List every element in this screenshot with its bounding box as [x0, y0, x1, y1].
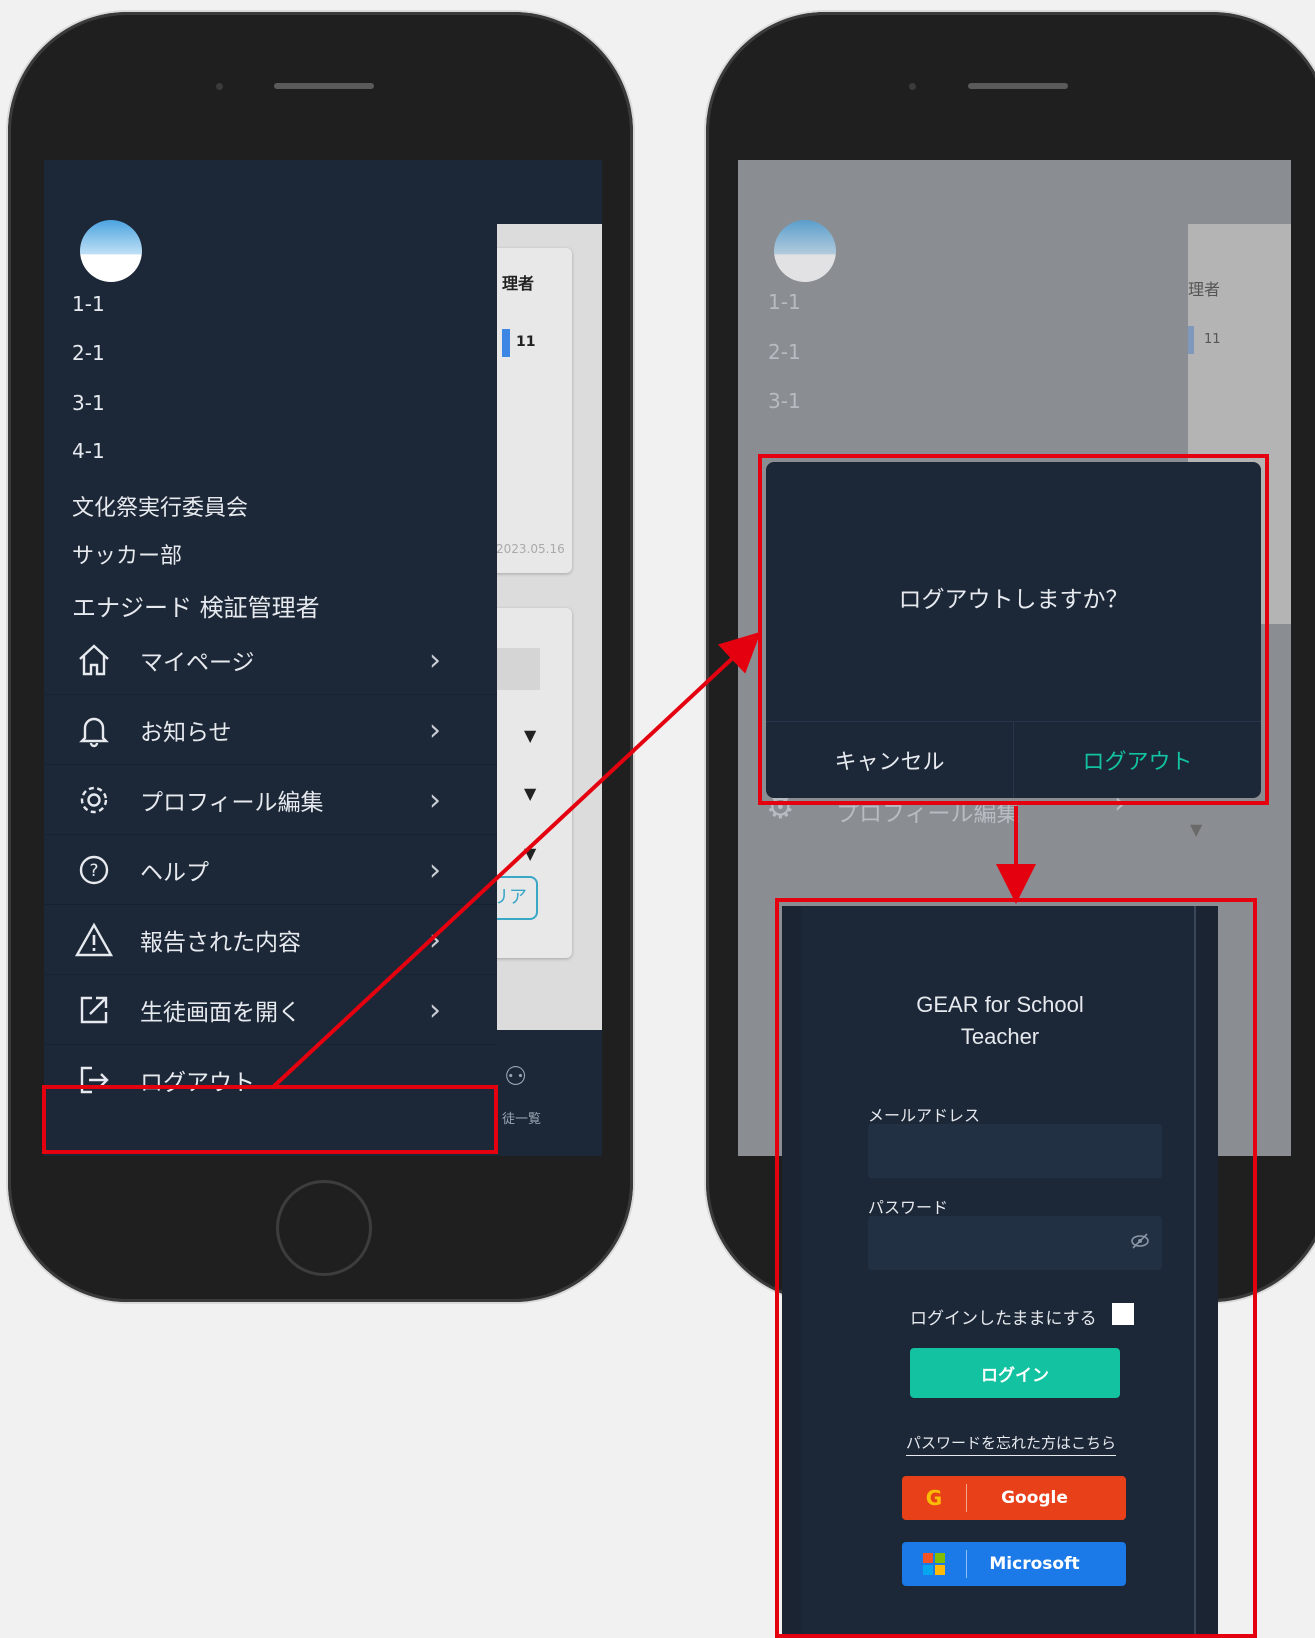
external-link-icon [72, 992, 116, 1028]
menu-label: ヘルプ [140, 860, 209, 886]
dropdown-arrow-icon[interactable]: ▼ [524, 784, 536, 803]
avatar[interactable] [80, 220, 142, 282]
people-icon[interactable]: ⚇ [504, 1062, 527, 1092]
home-button[interactable] [276, 1180, 372, 1276]
menu-item-student-view[interactable]: 生徒画面を開く › [44, 976, 497, 1045]
front-camera [216, 83, 223, 90]
group-item[interactable]: 2-1 [72, 341, 105, 365]
front-camera [909, 83, 916, 90]
chevron-right-icon: › [429, 852, 441, 888]
menu-item-notifications[interactable]: お知らせ › [44, 696, 497, 765]
menu-item-profile[interactable]: プロフィール編集 › [44, 766, 497, 835]
highlight-logout-dialog [758, 454, 1269, 805]
group-item[interactable]: 3-1 [72, 391, 105, 415]
group-item[interactable]: 1-1 [72, 292, 105, 316]
gear-icon [72, 782, 116, 818]
menu-label: マイページ [140, 650, 255, 676]
chevron-right-icon: › [429, 782, 441, 818]
dimmed-badge-value: 11 [1204, 332, 1221, 347]
highlight-login-screen [775, 898, 1257, 1638]
badge-value: 11 [516, 334, 536, 350]
avatar [774, 220, 836, 282]
menu-item-help[interactable]: ? ヘルプ › [44, 836, 497, 905]
left-phone-screen: 理者 11 2023.05.16 ▼ ▼ ▼ リア ⚇ 徒一覧 1-1 2-1 … [44, 160, 602, 1156]
dimmed-badge-bar [1188, 326, 1194, 354]
chevron-right-icon: › [429, 992, 441, 1028]
dimmed-group-item: 1-1 [768, 290, 801, 314]
dropdown-arrow-icon[interactable]: ▼ [524, 726, 536, 745]
home-icon [72, 642, 116, 678]
speaker-grille [274, 83, 374, 89]
menu-label: 報告された内容 [140, 930, 301, 956]
dropdown-arrow-icon[interactable]: ▼ [524, 844, 536, 863]
footer-label[interactable]: 徒一覧 [502, 1108, 541, 1127]
svg-text:?: ? [89, 861, 98, 881]
menu-item-reports[interactable]: 報告された内容 › [44, 906, 497, 975]
chevron-right-icon: › [429, 922, 441, 958]
group-item[interactable]: 4-1 [72, 439, 105, 463]
side-drawer: 1-1 2-1 3-1 4-1 文化祭実行委員会 サッカー部 エナジード 検証管… [44, 160, 497, 1156]
card-date: 2023.05.16 [496, 542, 565, 556]
group-item[interactable]: サッカー部 [72, 538, 182, 570]
speaker-grille [968, 83, 1068, 89]
bell-icon [72, 712, 116, 748]
group-item[interactable]: 文化祭実行委員会 [72, 490, 248, 522]
chevron-right-icon: › [429, 712, 441, 748]
warning-icon [72, 922, 116, 958]
badge-bar [502, 329, 510, 357]
dimmed-group-item: 3-1 [768, 389, 801, 413]
menu-item-mypage[interactable]: マイページ › [44, 626, 497, 695]
highlight-logout-menu [42, 1085, 498, 1154]
menu-label: お知らせ [140, 720, 232, 746]
card-title-fragment: 理者 [502, 274, 535, 293]
menu-label: プロフィール編集 [140, 790, 324, 816]
help-icon: ? [72, 852, 116, 888]
chevron-right-icon: › [429, 642, 441, 678]
group-item[interactable]: エナジード 検証管理者 [72, 588, 320, 623]
dimmed-dropdown-arrow-icon: ▼ [1190, 820, 1203, 839]
dimmed-header-fragment: 理者 [1188, 280, 1221, 299]
menu-label: 生徒画面を開く [140, 1000, 301, 1026]
dimmed-group-item: 2-1 [768, 340, 801, 364]
